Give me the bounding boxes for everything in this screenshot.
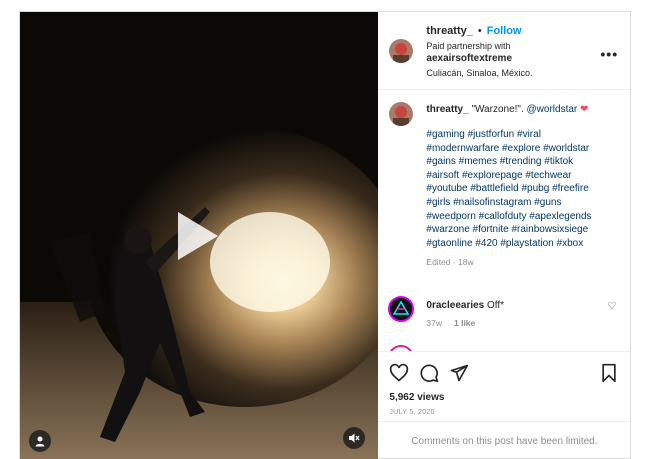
partner-link[interactable]: aexairsoftextreme — [426, 53, 512, 64]
edited-timestamp: Edited · 18w — [426, 257, 474, 267]
video-player[interactable] — [20, 12, 379, 459]
post-header: threatty_ • Follow Paid partnership with… — [378, 12, 631, 90]
heart-icon[interactable] — [389, 363, 409, 383]
share-icon[interactable] — [449, 363, 469, 383]
comment-time: 37w — [426, 318, 442, 328]
post-side-panel: threatty_ • Follow Paid partnership with… — [378, 12, 631, 459]
comment-text: Off* — [487, 300, 505, 311]
play-icon[interactable] — [178, 212, 218, 260]
comment-meta: 37w 1 like — [426, 318, 475, 328]
comments-section: threatty_ "Warzone!". @worldstar ❤ #gami… — [378, 91, 630, 351]
follow-button[interactable]: Follow — [487, 25, 522, 37]
hashtag-list: #gaming #justforfun #viral #modernwarfar… — [426, 128, 622, 250]
comment-username[interactable]: 0racleearies — [426, 300, 484, 311]
red-heart-emoji: ❤ — [580, 104, 589, 115]
comments-limited-notice: Comments on this post have been limited. — [378, 421, 631, 459]
author-username[interactable]: threatty_ — [426, 25, 472, 37]
hashtag-line[interactable]: #youtube #battlefield #pubg #freefire — [426, 182, 622, 196]
caption-mention[interactable]: @worldstar — [527, 104, 578, 115]
caption-line: threatty_ "Warzone!". @worldstar ❤ — [426, 104, 588, 115]
speaker-muted-icon — [349, 433, 360, 443]
hashtag-line[interactable]: #gains #memes #trending #tiktok — [426, 155, 622, 169]
user-tag-icon — [35, 436, 45, 447]
paid-partnership-label: Paid partnership with — [426, 41, 511, 51]
more-options-icon[interactable]: ••• — [600, 46, 618, 62]
caption-avatar[interactable] — [389, 102, 414, 126]
separator-dot: • — [477, 25, 482, 37]
commenter-avatar[interactable] — [388, 296, 415, 322]
hashtag-line[interactable]: #weedporn #callofduty #apexlegends — [426, 210, 622, 224]
mute-button[interactable] — [343, 427, 365, 449]
user-tag-button[interactable] — [29, 430, 51, 452]
post-date: JULY 5, 2020 — [389, 409, 435, 416]
header-row: threatty_ • Follow — [426, 25, 521, 37]
post-card: threatty_ • Follow Paid partnership with… — [19, 11, 631, 459]
action-bar: 5,962 views JULY 5, 2020 — [378, 351, 631, 421]
hashtag-line[interactable]: #modernwarfare #explore #worldstar — [426, 142, 622, 156]
hashtag-line[interactable]: #gaming #justforfun #viral — [426, 128, 622, 142]
author-avatar[interactable] — [389, 39, 414, 63]
bookmark-icon[interactable] — [599, 363, 619, 383]
page: threatty_ • Follow Paid partnership with… — [0, 0, 657, 459]
hashtag-line[interactable]: #airsoft #explorepage #techwear — [426, 169, 622, 183]
comment: 0racleearies Off* — [426, 300, 504, 311]
hashtag-line[interactable]: #gtaonline #420 #playstation #xbox — [426, 237, 622, 251]
views-count[interactable]: 5,962 views — [389, 392, 444, 403]
hashtag-line[interactable]: #warzone #fortnite #rainbowsixsiege — [426, 223, 622, 237]
caption-username[interactable]: threatty_ — [426, 104, 468, 115]
caption-text: "Warzone!". — [471, 104, 524, 115]
comment-like-icon[interactable]: ♡ — [607, 301, 616, 312]
location-link[interactable]: Culiacán, Sinaloa, México. — [426, 68, 532, 78]
comment-likes[interactable]: 1 like — [454, 318, 475, 328]
hashtag-line[interactable]: #girls #nailsofinstagram #guns — [426, 196, 622, 210]
comment-icon[interactable] — [419, 363, 439, 383]
